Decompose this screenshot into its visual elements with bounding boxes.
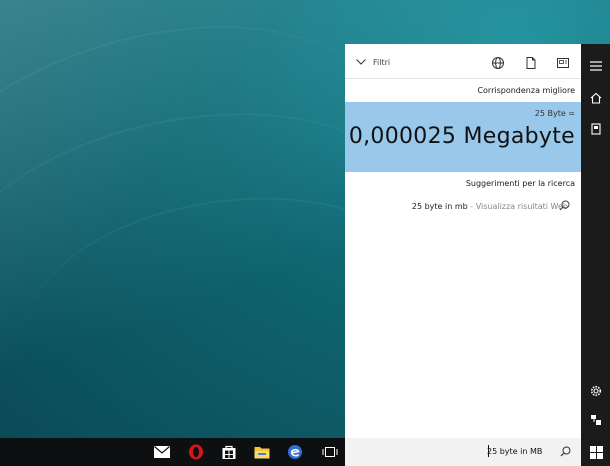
mail-icon[interactable] <box>152 443 172 461</box>
home-icon[interactable] <box>587 89 605 107</box>
cortana-side-rail <box>581 44 610 466</box>
opera-icon[interactable] <box>186 443 206 461</box>
text-caret <box>488 445 489 457</box>
suggestion-suffix: - Visualizza risultati Web <box>467 202 568 211</box>
suggestion-query: 25 byte in mb <box>411 202 468 211</box>
app-icon[interactable] <box>285 443 305 461</box>
best-match-query: 25 Byte = <box>534 109 575 118</box>
search-input[interactable]: 25 byte in MB <box>487 447 542 456</box>
suggestions-heading: Suggerimenti per la ricerca <box>465 179 575 188</box>
best-match-value: 0,000025 Megabyte <box>348 124 575 149</box>
document-icon[interactable] <box>524 56 538 70</box>
feedback-icon[interactable] <box>587 411 605 429</box>
notebook-icon[interactable] <box>587 120 605 138</box>
suggestion-text: 25 byte in mb - Visualizza risultati Web <box>412 202 568 211</box>
filter-label: Filtri <box>373 58 391 67</box>
file-explorer-icon[interactable] <box>252 443 272 461</box>
search-icon <box>559 200 570 211</box>
settings-icon[interactable] <box>587 382 605 400</box>
store-icon[interactable] <box>219 443 239 461</box>
globe-icon[interactable] <box>491 56 505 70</box>
best-match-heading: Corrispondenza migliore <box>477 86 575 95</box>
search-box[interactable] <box>345 438 581 466</box>
hamburger-menu-icon[interactable] <box>587 57 605 75</box>
chevron-down-icon <box>356 59 366 65</box>
task-view-icon[interactable] <box>320 443 340 461</box>
tablet-icon[interactable] <box>556 56 570 70</box>
search-icon <box>560 446 571 457</box>
header-divider <box>345 78 581 79</box>
start-icon[interactable] <box>587 443 605 461</box>
